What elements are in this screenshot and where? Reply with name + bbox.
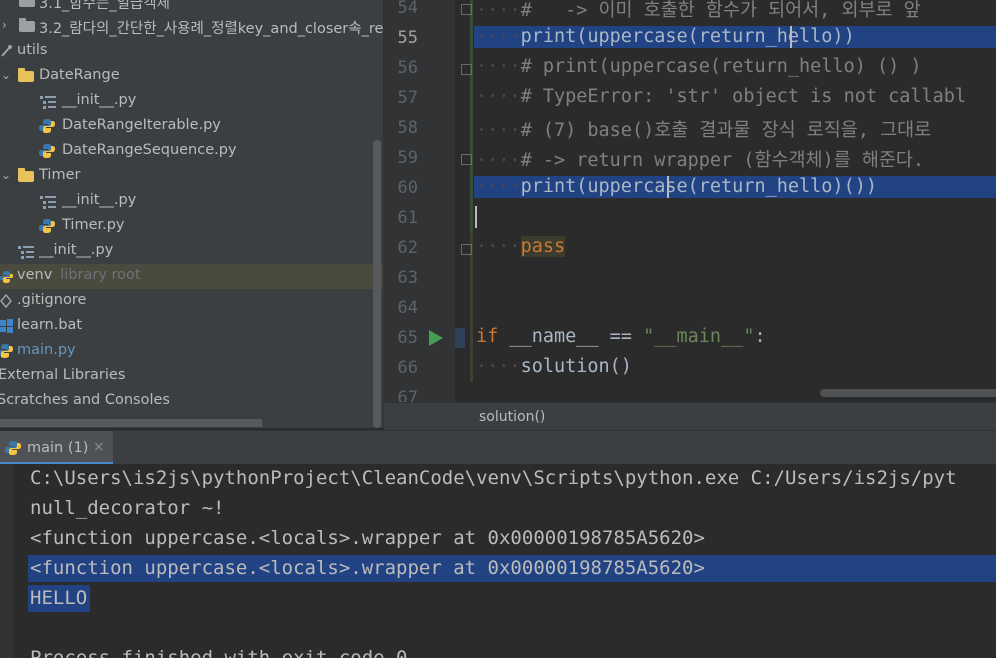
tree-item-file[interactable]: learn.bat bbox=[0, 314, 383, 339]
tree-item-external-libraries[interactable]: External Libraries bbox=[0, 364, 383, 389]
python-file-icon bbox=[0, 343, 13, 359]
line-number: 67 bbox=[397, 388, 418, 402]
line-number: 55 bbox=[397, 28, 418, 48]
line-number: 56 bbox=[397, 58, 418, 78]
folder-icon bbox=[18, 68, 34, 82]
code-line: ····# -> 이미 호출한 함수가 되어서, 외부로 앞 bbox=[476, 0, 921, 21]
init-file-icon bbox=[40, 95, 56, 109]
line-number: 59 bbox=[397, 148, 418, 168]
windows-icon bbox=[0, 319, 13, 333]
run-tab-bar: main (1) × bbox=[0, 430, 996, 465]
code-line: ····# (7) base()호출 결과물 장식 로직을, 그대로 bbox=[476, 120, 932, 141]
sidebar-vertical-scrollbar[interactable] bbox=[373, 140, 381, 428]
folder-icon bbox=[18, 168, 34, 182]
console-gutter bbox=[0, 464, 13, 658]
python-file-icon bbox=[39, 218, 55, 234]
python-run-icon bbox=[5, 440, 21, 456]
code-line: ····print(uppercase(return_hello)) bbox=[476, 26, 855, 47]
tree-item-file[interactable]: DateRangeSequence.py bbox=[0, 139, 383, 164]
console-line: null_decorator ~! bbox=[30, 497, 225, 519]
code-line: if __name__ == "__main__": bbox=[476, 326, 766, 347]
code-line: ····solution() bbox=[476, 356, 632, 377]
console-line: Process finished with exit code 0 bbox=[30, 647, 408, 658]
venv-label: venv bbox=[17, 267, 53, 283]
init-file-icon bbox=[40, 195, 56, 209]
project-tree: 3.1_함수는_일급객체 › 3.2_람다의_간단한_사용례_정렬key_and… bbox=[0, 0, 383, 428]
code-editor[interactable]: 54 55 56 57 58 59 60 61 62 63 64 65 66 6… bbox=[384, 0, 996, 402]
gutter-marker bbox=[455, 328, 465, 348]
code-line: ····# TypeError: 'str' object is not cal… bbox=[476, 86, 967, 107]
vcs-change-marker[interactable] bbox=[470, 0, 473, 232]
tree-item-file[interactable]: .gitignore bbox=[0, 289, 383, 314]
text-caret bbox=[475, 206, 477, 228]
fold-marker[interactable] bbox=[461, 154, 472, 165]
tree-item-venv[interactable]: venv library root bbox=[0, 264, 383, 289]
tree-item-file[interactable]: DateRangeIterable.py bbox=[0, 114, 383, 139]
chevron-right-icon[interactable]: › bbox=[2, 18, 7, 32]
line-number: 54 bbox=[397, 0, 418, 18]
run-gutter-icon[interactable] bbox=[429, 330, 443, 346]
breadcrumb-item[interactable]: solution() bbox=[479, 409, 545, 425]
line-number: 66 bbox=[397, 358, 418, 378]
console-line: C:\Users\is2js\pythonProject\CleanCode\v… bbox=[30, 467, 957, 489]
tab-run-main[interactable]: main (1) × bbox=[0, 431, 113, 465]
folder-icon bbox=[19, 0, 35, 7]
breadcrumb: solution() bbox=[384, 402, 996, 431]
tab-label: main (1) bbox=[27, 440, 89, 456]
fold-marker[interactable] bbox=[461, 244, 472, 255]
close-icon[interactable]: × bbox=[93, 439, 105, 455]
tree-item-file[interactable]: __init__.py bbox=[0, 239, 383, 264]
fold-marker[interactable] bbox=[461, 64, 472, 75]
chevron-down-icon[interactable]: ⌄ bbox=[1, 168, 11, 182]
tree-item-file[interactable]: __init__.py bbox=[0, 89, 383, 114]
console-line: <function uppercase.<locals>.wrapper at … bbox=[30, 557, 705, 579]
line-number: 60 bbox=[397, 178, 418, 198]
line-number: 65 bbox=[397, 328, 418, 348]
python-file-icon bbox=[39, 143, 55, 159]
library-root-label: library root bbox=[60, 267, 141, 283]
tree-item-file[interactable]: __init__.py bbox=[0, 189, 383, 214]
tree-item-folder[interactable]: › 3.2_람다의_간단한_사용례_정렬key_and_closer속_ret bbox=[0, 14, 383, 39]
chevron-down-icon[interactable]: ⌄ bbox=[1, 68, 11, 82]
tree-item-file[interactable]: Timer.py bbox=[0, 214, 383, 239]
text-caret bbox=[667, 176, 669, 198]
package-icon bbox=[0, 44, 12, 58]
line-number: 57 bbox=[397, 88, 418, 108]
tree-item-scratches[interactable]: Scratches and Consoles bbox=[0, 389, 383, 414]
line-number: 58 bbox=[397, 118, 418, 138]
python-file-icon bbox=[39, 118, 55, 134]
git-icon bbox=[0, 293, 12, 309]
fold-marker[interactable] bbox=[461, 4, 472, 15]
console-line: <function uppercase.<locals>.wrapper at … bbox=[30, 527, 705, 549]
code-line: ····pass bbox=[476, 236, 566, 257]
editor-horizontal-scrollbar[interactable] bbox=[820, 389, 996, 397]
python-venv-icon bbox=[0, 268, 13, 284]
line-number: 64 bbox=[397, 298, 418, 318]
text-caret bbox=[790, 26, 792, 48]
console-line: HELLO bbox=[30, 587, 88, 609]
init-file-icon bbox=[18, 245, 34, 259]
code-line: ····print(uppercase(return_hello)()) bbox=[476, 176, 877, 197]
code-line: ····# -> return wrapper (함수객체)를 해준다. bbox=[476, 150, 925, 171]
folder-icon bbox=[19, 18, 35, 32]
tree-item-package[interactable]: utils bbox=[0, 39, 383, 64]
tree-item-file[interactable]: main.py bbox=[0, 339, 383, 364]
tree-item-folder[interactable]: ⌄ Timer bbox=[0, 164, 383, 189]
line-number: 61 bbox=[397, 208, 418, 228]
tree-item-folder[interactable]: ⌄ DateRange bbox=[0, 64, 383, 89]
sidebar-horizontal-scrollbar[interactable] bbox=[0, 419, 262, 427]
run-console[interactable]: C:\Users\is2js\pythonProject\CleanCode\v… bbox=[0, 464, 996, 658]
line-number: 63 bbox=[397, 268, 418, 288]
line-number: 62 bbox=[397, 238, 418, 258]
code-line: ····# print(uppercase(return_hello) () ) bbox=[476, 56, 922, 77]
tree-item-folder[interactable]: 3.1_함수는_일급객체 bbox=[0, 0, 383, 14]
